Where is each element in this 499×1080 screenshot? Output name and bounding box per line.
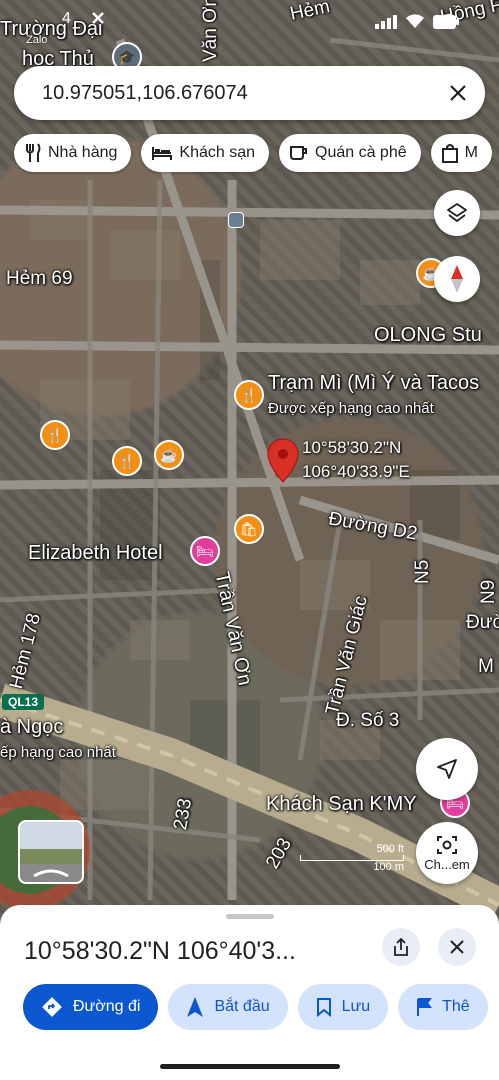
hotel-poi-icon[interactable]: 🛏 [190,536,220,566]
layers-icon [447,203,467,222]
signal-icon [375,14,397,29]
directions-button[interactable]: Đường đi [23,984,159,1030]
clear-search-button[interactable] [431,66,485,120]
start-button[interactable]: Bắt đầu [168,984,288,1030]
map-label-xep-hang: ếp hạng cao nhất [0,744,116,761]
start-label: Bắt đầu [214,998,270,1015]
map-label-hem-69: Hẻm 69 [6,268,73,289]
pin-lng: 106°40'33.9"E [302,462,410,481]
wifi-icon [406,14,424,28]
zalo-label: Zalo [26,34,48,46]
hotel-icon [152,147,173,160]
pin-coordinates-label: 10°58'30.2"N 106°40'33.9"E [302,436,410,484]
map-label-d-so-3: Đ. Số 3 [336,710,400,731]
close-icon [450,940,464,954]
scale-ft: 500 ft [376,843,404,855]
lens-icon [437,835,457,854]
save-button[interactable]: Lưu [297,984,389,1030]
add-label-button[interactable]: Thê [398,984,488,1030]
add-label-label: Thê [442,998,470,1015]
home-indicator[interactable] [160,1064,340,1069]
navigation-arrow-icon [187,997,204,1017]
search-bar[interactable]: 10.975051,106.676074 [14,66,485,120]
cafe-poi-icon[interactable]: ☕ [154,440,184,470]
chip-label: Quán cà phê [315,144,407,161]
map-label-olong: OLONG Stu [374,324,482,346]
map-label-duong-right: Đườ [466,612,499,633]
notification-close-icon [90,10,106,31]
chip-shopping[interactable]: M [430,134,492,172]
battery-icon [433,14,459,29]
restaurant-icon [26,143,41,162]
lens-label: Ch...em [424,856,470,872]
map-label-khach-san-kmy: Khách Sạn K'MY [266,793,417,815]
close-sheet-button[interactable] [438,928,476,966]
chip-label: M [464,144,478,161]
pin-lat: 10°58'30.2"N [302,438,402,457]
map-label-tram-mi-rating: Được xếp hạng cao nhất [268,400,434,417]
shopping-poi-icon[interactable]: 🛍 [234,514,264,544]
chip-hotels[interactable]: Khách sạn [141,134,269,172]
chip-label: Khách sạn [179,144,255,161]
street-view-thumbnail[interactable] [18,820,84,884]
layers-button[interactable] [434,190,480,236]
my-location-button[interactable] [416,738,478,800]
restaurant-poi-icon[interactable]: 🍴 [234,380,264,410]
category-chips: Nhà hàng Khách sạn Quán cà phê M [14,134,492,172]
bookmark-icon [316,998,331,1017]
map-label-tram-mi: Trạm Mì (Mì Ý và Tacos [268,372,480,394]
lens-button[interactable]: Ch...em [416,822,478,884]
restaurant-poi-icon[interactable]: 🍴 [40,420,70,450]
map-scale: 500 ft 100 m [300,843,404,873]
map-label-m-right: M [478,656,494,677]
map-label-elizabeth-hotel: Elizabeth Hotel [28,542,163,564]
highway-shield-ql13: QL13 [2,694,45,710]
place-title: 10°58'30.2"N 106°40'3... [24,937,296,965]
coffee-icon [290,146,307,160]
directions-label: Đường đi [73,998,141,1015]
compass-icon [451,265,463,293]
chip-restaurants[interactable]: Nhà hàng [14,134,132,172]
search-query[interactable]: 10.975051,106.676074 [42,82,431,105]
directions-icon [42,997,62,1017]
map-label-n9: N9 [478,579,499,604]
action-buttons: Đường đi Bắt đầu Lưu Thê [23,984,488,1030]
navigation-arrow-icon [437,759,457,779]
status-bar: 4 Zalo [0,0,499,46]
bus-stop-icon[interactable] [228,212,244,228]
dropped-pin-icon[interactable] [266,438,300,484]
chip-coffee[interactable]: Quán cà phê [279,134,421,172]
map-label-n5: N5 [412,559,433,584]
map-label-a-ngoc: à Ngọc [0,716,64,738]
sheet-drag-handle[interactable] [226,914,274,919]
share-button[interactable] [382,928,420,966]
chip-label: Nhà hàng [48,144,118,161]
shopping-bag-icon [441,144,458,163]
close-icon [450,85,466,101]
status-time: 4 [62,10,71,27]
scale-m: 100 m [373,861,404,873]
compass-button[interactable] [434,256,480,302]
restaurant-poi-icon[interactable]: 🍴 [112,446,142,476]
save-label: Lưu [341,998,371,1015]
share-icon [394,938,408,956]
flag-icon [417,998,433,1016]
